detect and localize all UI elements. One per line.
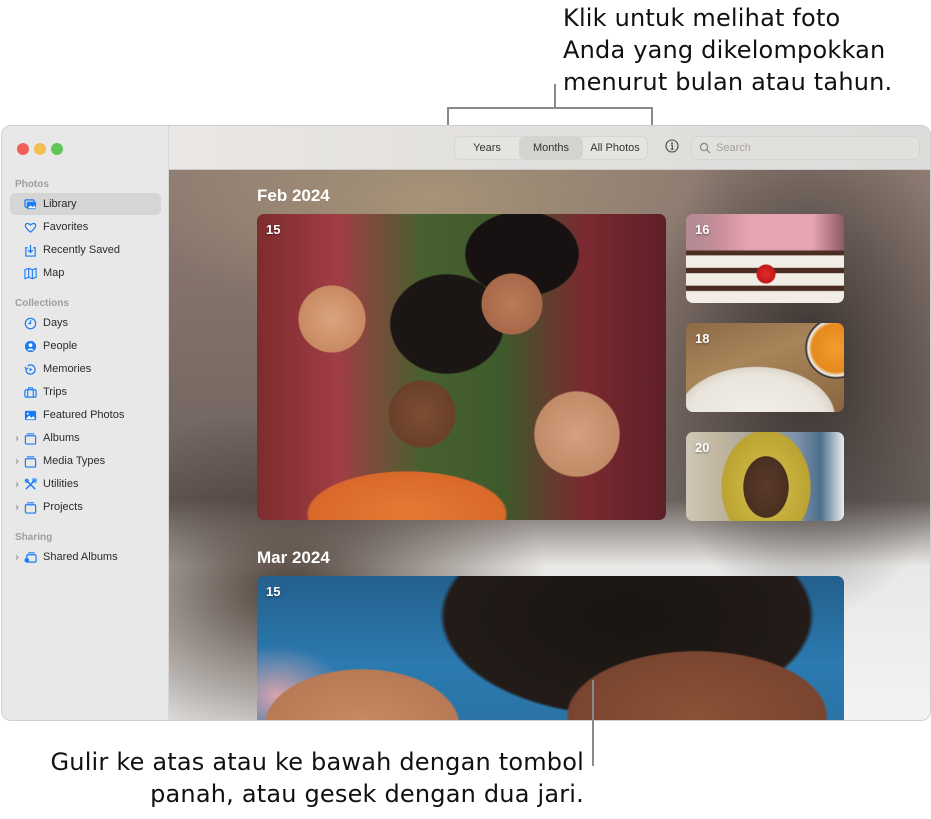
month-title: Mar 2024 bbox=[257, 548, 330, 567]
sidebar-item-label: Recently Saved bbox=[43, 244, 121, 256]
photo-tile[interactable]: 15 bbox=[257, 214, 666, 520]
tab-months[interactable]: Months bbox=[519, 137, 583, 159]
chevron-right-icon[interactable]: › bbox=[11, 433, 23, 444]
callout-scroll: Gulir ke atas atau ke bawah dengan tombo… bbox=[0, 746, 584, 810]
sidebar-item-label: Shared Albums bbox=[43, 551, 118, 563]
tab-years[interactable]: Years bbox=[455, 137, 519, 159]
callout-leader bbox=[554, 84, 556, 108]
sidebar: Photos Library Favorites Recently Saved … bbox=[2, 126, 169, 720]
callout-leader bbox=[592, 680, 594, 766]
sidebar-item-projects[interactable]: › Projects bbox=[10, 496, 161, 518]
photo-day-label: 15 bbox=[266, 584, 281, 599]
sidebar-item-favorites[interactable]: Favorites bbox=[10, 216, 161, 238]
photos-window: Photos Library Favorites Recently Saved … bbox=[1, 125, 931, 721]
sidebar-item-label: Map bbox=[43, 267, 65, 279]
photo-day-label: 15 bbox=[266, 222, 281, 237]
folder-stack-icon bbox=[23, 500, 37, 514]
download-tray-icon bbox=[23, 243, 37, 257]
sidebar-item-days[interactable]: Days bbox=[10, 312, 161, 334]
sidebar-item-shared-albums[interactable]: › Shared Albums bbox=[10, 546, 161, 568]
callout-bracket bbox=[447, 107, 653, 109]
person-circle-icon bbox=[23, 339, 37, 353]
photo-tile[interactable]: 15 bbox=[257, 576, 844, 720]
sidebar-item-albums[interactable]: › Albums bbox=[10, 427, 161, 449]
chevron-right-icon[interactable]: › bbox=[11, 479, 23, 490]
sidebar-item-recently-saved[interactable]: Recently Saved bbox=[10, 239, 161, 261]
sidebar-item-library[interactable]: Library bbox=[10, 193, 161, 215]
sidebar-item-label: People bbox=[43, 340, 78, 352]
callout-line: Gulir ke atas atau ke bawah dengan tombo… bbox=[50, 748, 584, 776]
shared-album-icon bbox=[23, 550, 37, 564]
sidebar-item-utilities[interactable]: › Utilities bbox=[10, 473, 161, 495]
callout-bracket-left bbox=[447, 107, 449, 125]
sidebar-item-label: Utilities bbox=[43, 478, 79, 490]
sidebar-item-memories[interactable]: Memories bbox=[10, 358, 161, 380]
callout-line: Anda yang dikelompokkan bbox=[563, 36, 886, 64]
photo-library-icon bbox=[23, 197, 37, 211]
tools-icon bbox=[23, 477, 37, 491]
search-field[interactable] bbox=[691, 136, 920, 160]
callout-line: panah, atau gesek dengan dua jari. bbox=[150, 780, 584, 808]
section-collections: Collections bbox=[15, 298, 69, 309]
callout-bracket-right bbox=[651, 107, 653, 125]
photo-tile[interactable]: 16 bbox=[686, 214, 844, 303]
sidebar-item-label: Days bbox=[43, 317, 69, 329]
chevron-right-icon[interactable]: › bbox=[11, 502, 23, 513]
sidebar-item-map[interactable]: Map bbox=[10, 262, 161, 284]
info-circle-icon[interactable] bbox=[665, 139, 679, 153]
callout-view-tabs: Klik untuk melihat foto Anda yang dikelo… bbox=[563, 2, 931, 98]
clock-icon bbox=[23, 316, 37, 330]
sidebar-item-people[interactable]: People bbox=[10, 335, 161, 357]
sidebar-item-label: Library bbox=[43, 198, 77, 210]
photo-grid[interactable]: Feb 2024 15 16 18 20 Mar 2024 15 bbox=[169, 170, 930, 720]
sidebar-item-label: Trips bbox=[43, 386, 68, 398]
sidebar-item-trips[interactable]: Trips bbox=[10, 381, 161, 403]
map-icon bbox=[23, 266, 37, 280]
folder-stack-icon bbox=[23, 454, 37, 468]
section-photos: Photos bbox=[15, 179, 49, 190]
callout-line: Klik untuk melihat foto bbox=[563, 4, 841, 32]
sidebar-item-label: Featured Photos bbox=[43, 409, 125, 421]
photo-icon bbox=[23, 408, 37, 422]
month-title: Feb 2024 bbox=[257, 186, 330, 205]
sidebar-item-label: Albums bbox=[43, 432, 80, 444]
folder-stack-icon bbox=[23, 431, 37, 445]
zoom-button[interactable] bbox=[51, 143, 63, 155]
sidebar-item-featured-photos[interactable]: Featured Photos bbox=[10, 404, 161, 426]
sidebar-item-label: Media Types bbox=[43, 455, 106, 467]
memories-icon bbox=[23, 362, 37, 376]
toolbar: Years Months All Photos bbox=[169, 126, 930, 170]
search-icon bbox=[699, 142, 711, 154]
photo-tile[interactable]: 20 bbox=[686, 432, 844, 521]
minimize-button[interactable] bbox=[34, 143, 46, 155]
callout-line: menurut bulan atau tahun. bbox=[563, 68, 893, 96]
suitcase-icon bbox=[23, 385, 37, 399]
sidebar-item-label: Favorites bbox=[43, 221, 89, 233]
sidebar-item-media-types[interactable]: › Media Types bbox=[10, 450, 161, 472]
photo-tile[interactable]: 18 bbox=[686, 323, 844, 412]
chevron-right-icon[interactable]: › bbox=[11, 456, 23, 467]
close-button[interactable] bbox=[17, 143, 29, 155]
view-segmented-control: Years Months All Photos bbox=[454, 136, 648, 160]
sidebar-item-label: Memories bbox=[43, 363, 92, 375]
photo-day-label: 16 bbox=[695, 222, 710, 237]
sidebar-item-label: Projects bbox=[43, 501, 83, 513]
chevron-right-icon[interactable]: › bbox=[11, 552, 23, 563]
search-input[interactable] bbox=[716, 142, 906, 154]
section-sharing: Sharing bbox=[15, 532, 53, 543]
photo-day-label: 20 bbox=[695, 440, 710, 455]
photo-day-label: 18 bbox=[695, 331, 710, 346]
tab-all-photos[interactable]: All Photos bbox=[583, 137, 647, 159]
heart-icon bbox=[23, 220, 37, 234]
